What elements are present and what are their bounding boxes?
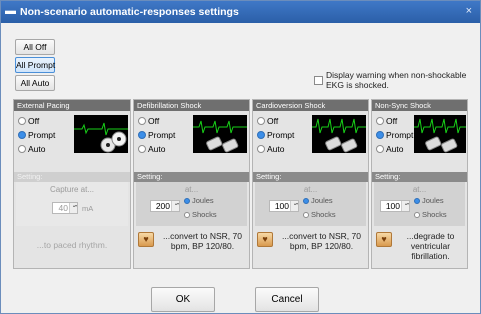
all-auto-button[interactable]: All Auto	[15, 75, 55, 91]
option-off[interactable]: Off	[18, 116, 39, 127]
setting-header: Setting:	[372, 172, 467, 182]
current-stepper[interactable]: 40	[52, 202, 78, 214]
result-area: ♥ ...convert to NSR, 70 bpm, BP 120/80.	[255, 228, 366, 268]
panel-title: External Pacing	[14, 100, 130, 111]
external-pacing-panel: External Pacing Off Prompt Auto Setting:…	[13, 99, 131, 269]
capture-label: Capture at...	[49, 185, 95, 194]
shock-warning-label: Display warning when non-shockable EKG i…	[326, 70, 467, 90]
panel-title: Non-Sync Shock	[372, 100, 467, 111]
option-prompt[interactable]: Prompt	[376, 130, 413, 141]
cardioversion-paddles-icon	[312, 115, 366, 153]
unit-shocks[interactable]: Shocks	[303, 210, 336, 219]
non-sync-shock-panel: Non-Sync Shock Off Prompt Auto Setting: …	[371, 99, 468, 269]
monitor-app-icon: ▬	[5, 5, 16, 17]
option-prompt[interactable]: Prompt	[257, 130, 294, 141]
setting-body: at... 100 Joules Shocks	[374, 182, 465, 226]
option-auto[interactable]: Auto	[257, 144, 285, 155]
radio-joules[interactable]	[303, 198, 309, 204]
defibrillation-shock-panel: Defibrillation Shock Off Prompt Auto Set…	[133, 99, 250, 269]
radio-shocks[interactable]	[303, 212, 309, 218]
unit-shocks[interactable]: Shocks	[414, 210, 447, 219]
unit-joules[interactable]: Joules	[414, 196, 444, 205]
window-title: Non-scenario automatic-responses setting…	[20, 6, 239, 18]
radio-prompt[interactable]	[376, 131, 384, 139]
unit-joules[interactable]: Joules	[184, 196, 214, 205]
radio-off[interactable]	[257, 117, 265, 125]
result-area: ♥ ...convert to NSR, 70 bpm, BP 120/80.	[136, 228, 247, 268]
result-area: ...to paced rhythm.	[16, 228, 128, 268]
radio-auto[interactable]	[257, 145, 265, 153]
ok-button[interactable]: OK	[151, 287, 215, 312]
pacing-pads-icon	[74, 115, 128, 153]
panel-title: Defibrillation Shock	[134, 100, 249, 111]
defib-paddles-icon	[193, 115, 247, 153]
radio-auto[interactable]	[138, 145, 146, 153]
shock-warning-option[interactable]: Display warning when non-shockable EKG i…	[311, 70, 481, 94]
setting-body: Capture at... 40 mA	[16, 182, 128, 226]
option-prompt[interactable]: Prompt	[138, 130, 175, 141]
option-off[interactable]: Off	[138, 116, 159, 127]
all-off-button[interactable]: All Off	[15, 39, 55, 55]
radio-shocks[interactable]	[414, 212, 420, 218]
setting-header: Setting:	[134, 172, 249, 182]
radio-off[interactable]	[18, 117, 26, 125]
current-unit: mA	[82, 204, 94, 213]
non-sync-paddles-icon	[414, 115, 466, 153]
radio-off[interactable]	[138, 117, 146, 125]
option-off[interactable]: Off	[257, 116, 278, 127]
at-label: at...	[303, 185, 318, 194]
radio-joules[interactable]	[184, 198, 190, 204]
rhythm-result-icon[interactable]: ♥	[376, 232, 392, 247]
settings-dialog: ▬ Non-scenario automatic-responses setti…	[0, 0, 481, 314]
result-text: ...degrade to ventricular fibrillation.	[406, 231, 455, 261]
rhythm-result-icon[interactable]: ♥	[138, 232, 154, 247]
setting-header: Setting:	[14, 172, 130, 182]
energy-stepper[interactable]: 100	[269, 200, 299, 212]
setting-header: Setting:	[253, 172, 368, 182]
panel-title: Cardioversion Shock	[253, 100, 368, 111]
setting-body: at... 100 Joules Shocks	[255, 182, 366, 226]
radio-shocks[interactable]	[184, 212, 190, 218]
setting-body: at... 200 Joules Shocks	[136, 182, 247, 226]
energy-stepper[interactable]: 200	[150, 200, 180, 212]
radio-off[interactable]	[376, 117, 384, 125]
option-auto[interactable]: Auto	[138, 144, 166, 155]
radio-auto[interactable]	[18, 145, 26, 153]
radio-prompt[interactable]	[138, 131, 146, 139]
at-label: at...	[412, 185, 427, 194]
radio-prompt[interactable]	[257, 131, 265, 139]
rhythm-result-icon[interactable]: ♥	[257, 232, 273, 247]
cancel-button[interactable]: Cancel	[255, 287, 319, 312]
option-prompt[interactable]: Prompt	[18, 130, 55, 141]
radio-prompt[interactable]	[18, 131, 26, 139]
energy-stepper[interactable]: 100	[380, 200, 410, 212]
option-off[interactable]: Off	[376, 116, 397, 127]
close-icon[interactable]: ×	[466, 5, 472, 17]
radio-auto[interactable]	[376, 145, 384, 153]
title-bar: ▬ Non-scenario automatic-responses setti…	[1, 1, 480, 23]
result-text: ...convert to NSR, 70 bpm, BP 120/80.	[282, 231, 361, 251]
cardioversion-shock-panel: Cardioversion Shock Off Prompt Auto Sett…	[252, 99, 369, 269]
unit-shocks[interactable]: Shocks	[184, 210, 217, 219]
option-auto[interactable]: Auto	[376, 144, 404, 155]
result-text: ...to paced rhythm.	[36, 240, 108, 250]
all-prompt-button[interactable]: All Prompt	[15, 57, 55, 73]
unit-joules[interactable]: Joules	[303, 196, 333, 205]
option-auto[interactable]: Auto	[18, 144, 46, 155]
shock-warning-checkbox[interactable]	[314, 76, 323, 85]
radio-joules[interactable]	[414, 198, 420, 204]
at-label: at...	[184, 185, 199, 194]
result-area: ♥ ...degrade to ventricular fibrillation…	[374, 228, 465, 268]
result-text: ...convert to NSR, 70 bpm, BP 120/80.	[163, 231, 242, 251]
